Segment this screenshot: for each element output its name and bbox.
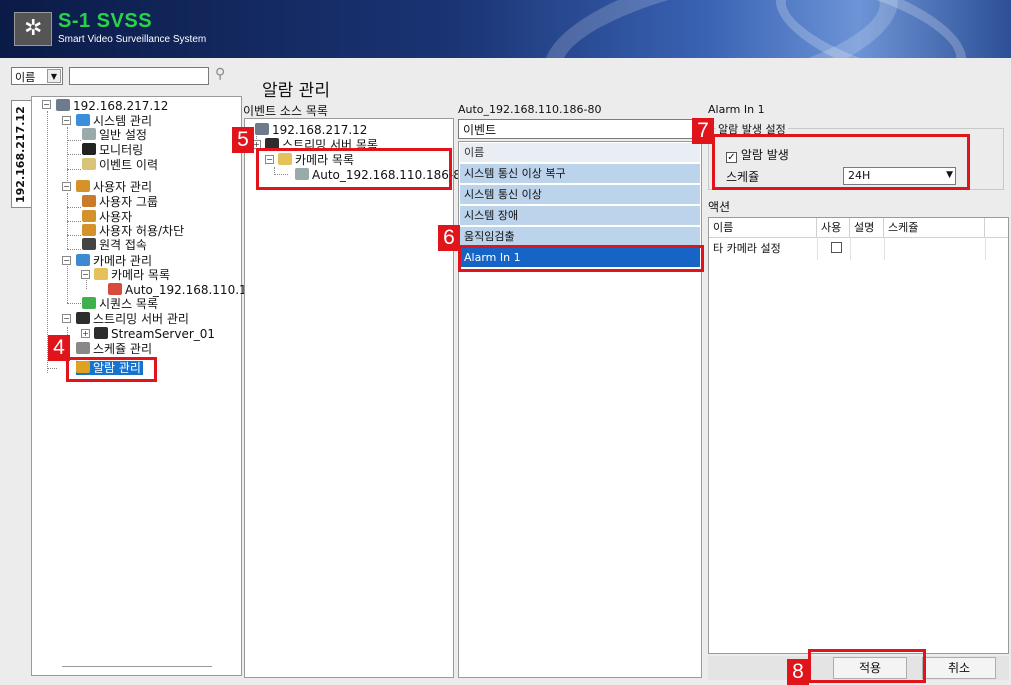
expand-toggle[interactable]: + [81, 329, 90, 338]
tab-server[interactable]: 192.168.217.12 [11, 100, 31, 208]
callout-number-8: 8 [787, 659, 809, 685]
tree-node-user-management[interactable]: 사용자 관리 [76, 180, 152, 194]
tree-node-camera-list[interactable]: 카메라 목록 [94, 268, 170, 282]
callout-number-6: 6 [438, 225, 460, 251]
computer-icon [56, 99, 70, 111]
brand-name: S-1 SVSS [58, 10, 153, 32]
camera-error-icon [108, 283, 122, 295]
server-icon [76, 312, 90, 324]
column-header-use[interactable]: 사용 [817, 218, 850, 238]
event-row[interactable]: 움직임검출 [460, 227, 700, 247]
event-list-header: 이름 [460, 143, 700, 163]
user-block-icon [82, 224, 96, 236]
collapse-toggle[interactable]: − [62, 314, 71, 323]
column-header-desc[interactable]: 설명 [850, 218, 884, 238]
camera-icon [76, 254, 90, 266]
event-source-label: 이벤트 소스 목록 [243, 104, 328, 118]
callout-number-5: 5 [232, 127, 254, 153]
table-row[interactable]: 타 카메라 설정 [709, 239, 1008, 259]
event-row[interactable]: 시스템 통신 이상 [460, 185, 700, 205]
callout-number-4: 4 [48, 335, 70, 361]
tree-node-remote-access[interactable]: 원격 접속 [82, 238, 147, 252]
event-type-select[interactable]: 이벤트 [458, 119, 702, 139]
checkbox-unchecked-icon[interactable] [831, 242, 842, 253]
chevron-down-icon[interactable]: ▼ [47, 69, 61, 83]
search-input[interactable] [69, 67, 209, 85]
action-label: 액션 [708, 200, 731, 214]
event-row[interactable]: 시스템 통신 이상 복구 [460, 164, 700, 184]
tree-node-event-history[interactable]: 이벤트 이력 [82, 158, 158, 172]
tree-node-root[interactable]: 192.168.217.12 [56, 99, 168, 113]
event-camera-label: Auto_192.168.110.186-80 [458, 103, 602, 116]
document-icon [82, 158, 96, 170]
tree-node-user-group[interactable]: 사용자 그룹 [82, 195, 158, 209]
column-header-name[interactable]: 이름 [709, 218, 817, 238]
callout-box-alarm-event [458, 245, 704, 272]
remote-icon [82, 238, 96, 250]
user-icon [82, 210, 96, 222]
tree-node-camera-management[interactable]: 카메라 관리 [76, 254, 152, 268]
tree-node-streaming-server[interactable]: 스트리밍 서버 관리 [76, 312, 189, 326]
tree-node-system[interactable]: 시스템 관리 [76, 114, 152, 128]
tree-node-monitoring[interactable]: 모니터링 [82, 143, 143, 157]
action-use-cell[interactable] [827, 239, 842, 259]
tree-node-general-settings[interactable]: 일반 설정 [82, 128, 147, 142]
cancel-button[interactable]: 취소 [922, 657, 996, 679]
tree-node-camera-item[interactable]: Auto_192.168.110.1 [108, 283, 247, 297]
column-header-schedule[interactable]: 스케쥴 [884, 218, 985, 238]
search-type-select[interactable]: 이름 ▼ [11, 67, 63, 85]
tree-node-user-allow-block[interactable]: 사용자 허용/차단 [82, 224, 184, 238]
search-row: 이름 ▼ ⚲ [8, 64, 242, 86]
computer-icon [255, 123, 269, 135]
tools-icon [82, 128, 96, 140]
callout-number-7: 7 [692, 118, 714, 144]
collapse-toggle[interactable]: − [42, 100, 51, 109]
app-banner: ✲ S-1 SVSS Smart Video Surveillance Syst… [0, 0, 1011, 58]
app-logo-icon: ✲ [14, 12, 52, 46]
schedule-icon [76, 342, 90, 354]
callout-box-alarm-settings [712, 134, 970, 190]
event-source-tree[interactable]: 192.168.217.12 + 스트리밍 서버 목록 − 카메라 목록 Aut… [244, 118, 469, 678]
panel-splitter[interactable] [62, 666, 212, 667]
source-node-root[interactable]: 192.168.217.12 [255, 123, 367, 137]
callout-box-camera-source [256, 148, 452, 190]
server-icon [94, 327, 108, 339]
tree-node-sequence-list[interactable]: 시퀀스 목록 [82, 297, 158, 311]
callout-box-apply [808, 649, 926, 683]
collapse-toggle[interactable]: − [81, 270, 90, 279]
folder-icon [94, 268, 108, 280]
collapse-toggle[interactable]: − [62, 256, 71, 265]
page-title: 알람 관리 [262, 81, 330, 101]
action-table-header: 이름 사용 설명 스케쥴 [709, 218, 1008, 238]
search-icon[interactable]: ⚲ [215, 66, 225, 82]
monitor-icon [82, 143, 96, 155]
system-icon [76, 114, 90, 126]
tab-server-label: 192.168.217.12 [14, 106, 27, 203]
collapse-toggle[interactable]: − [62, 116, 71, 125]
tree-node-stream-server-01[interactable]: StreamServer_01 [94, 327, 215, 341]
tree-node-user[interactable]: 사용자 [82, 210, 132, 224]
users-icon [76, 180, 90, 192]
callout-box-alarm-menu [66, 357, 157, 382]
tree-node-schedule[interactable]: 스케쥴 관리 [76, 342, 152, 356]
user-group-icon [82, 195, 96, 207]
collapse-toggle[interactable]: − [62, 182, 71, 191]
event-list[interactable]: 이름 시스템 통신 이상 복구 시스템 통신 이상 시스템 장애 움직임검출 A… [458, 141, 702, 678]
action-name-cell: 타 카메라 설정 [713, 242, 781, 255]
brand-subtitle: Smart Video Surveillance System [58, 34, 207, 45]
search-type-value: 이름 [15, 71, 36, 84]
sequence-icon [82, 297, 96, 309]
nav-tree[interactable]: − 192.168.217.12 − 시스템 관리 일반 설정 모니터링 이벤트… [31, 96, 247, 676]
action-table[interactable]: 이름 사용 설명 스케쥴 타 카메라 설정 [708, 217, 1009, 654]
event-row[interactable]: 시스템 장애 [460, 206, 700, 226]
alarm-source-label: Alarm In 1 [708, 103, 765, 116]
